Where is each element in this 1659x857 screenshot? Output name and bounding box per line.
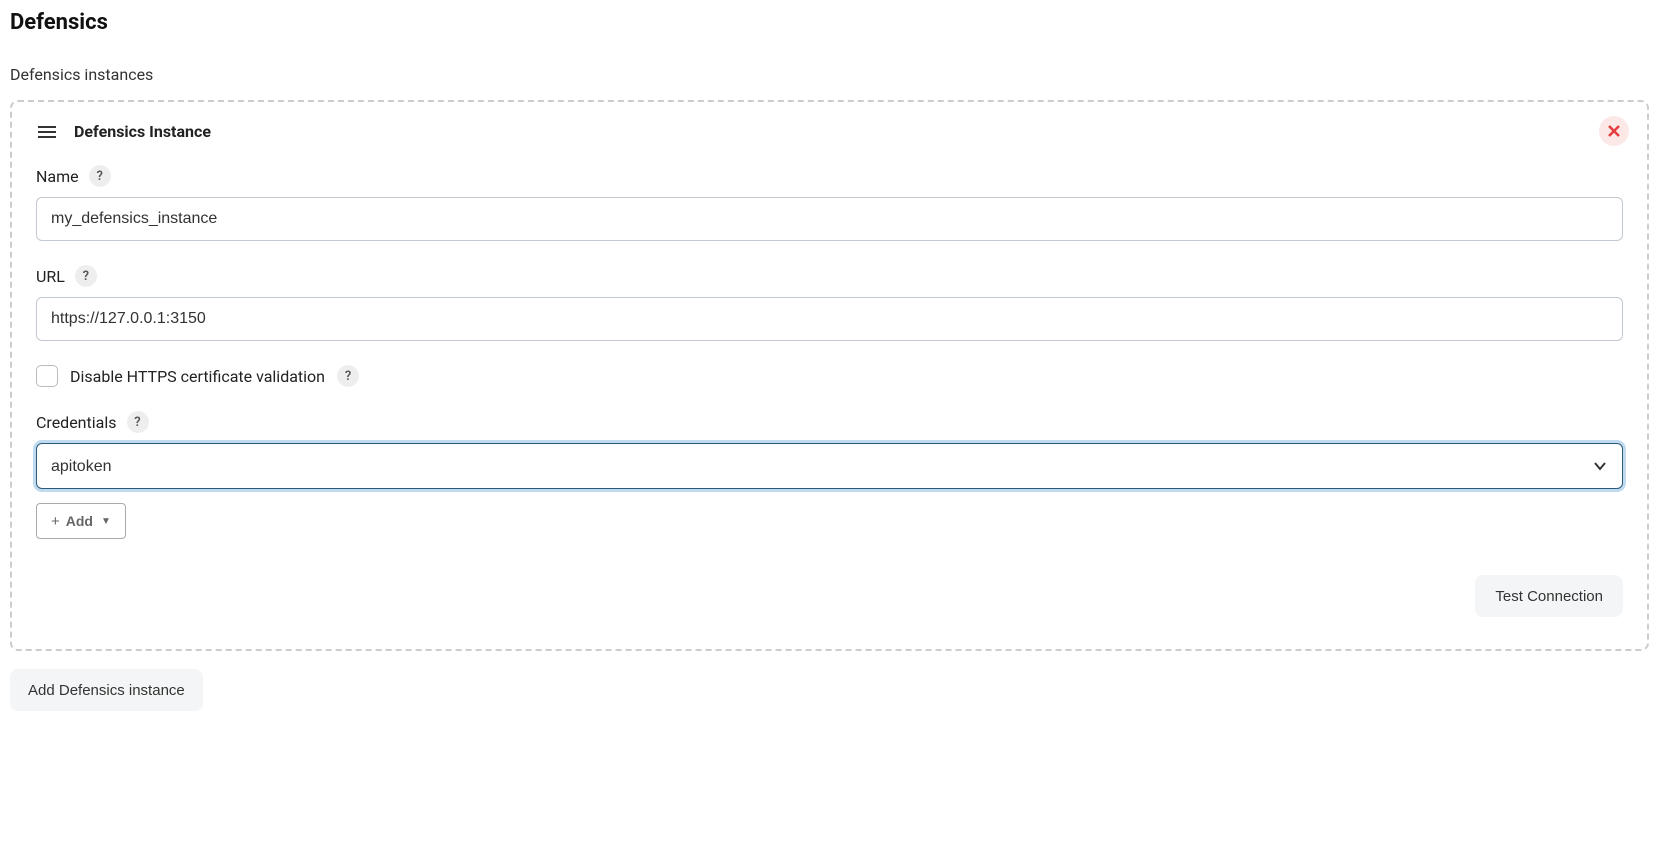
add-credential-button[interactable]: + Add ▼ bbox=[36, 503, 126, 539]
name-input[interactable] bbox=[36, 197, 1623, 241]
url-field-group: URL ? bbox=[36, 265, 1623, 341]
credentials-select[interactable]: apitoken bbox=[36, 443, 1623, 489]
drag-handle-icon[interactable] bbox=[36, 124, 58, 140]
caret-down-icon: ▼ bbox=[101, 516, 111, 527]
help-icon[interactable]: ? bbox=[337, 365, 359, 387]
close-button[interactable] bbox=[1599, 116, 1629, 146]
disable-https-row: Disable HTTPS certificate validation ? bbox=[36, 365, 1623, 387]
help-icon[interactable]: ? bbox=[75, 265, 97, 287]
help-icon[interactable]: ? bbox=[89, 165, 111, 187]
help-icon[interactable]: ? bbox=[127, 411, 149, 433]
add-button-label: Add bbox=[66, 513, 93, 529]
test-connection-button[interactable]: Test Connection bbox=[1475, 575, 1623, 617]
page-title: Defensics bbox=[10, 10, 1649, 35]
url-label: URL bbox=[36, 267, 65, 286]
card-footer: Test Connection bbox=[36, 575, 1623, 617]
section-label: Defensics instances bbox=[10, 65, 1649, 84]
disable-https-label: Disable HTTPS certificate validation bbox=[70, 367, 325, 386]
name-label: Name bbox=[36, 167, 79, 186]
name-field-group: Name ? bbox=[36, 165, 1623, 241]
disable-https-checkbox[interactable] bbox=[36, 365, 58, 387]
card-header: Defensics Instance bbox=[36, 122, 1623, 141]
add-instance-button[interactable]: Add Defensics instance bbox=[10, 669, 203, 711]
card-title: Defensics Instance bbox=[74, 122, 211, 141]
plus-icon: + bbox=[51, 513, 60, 530]
url-input[interactable] bbox=[36, 297, 1623, 341]
close-icon bbox=[1607, 124, 1621, 138]
credentials-field-group: Credentials ? apitoken + Add ▼ bbox=[36, 411, 1623, 539]
credentials-label: Credentials bbox=[36, 413, 117, 432]
instance-card: Defensics Instance Name ? URL ? Disable … bbox=[10, 100, 1649, 651]
